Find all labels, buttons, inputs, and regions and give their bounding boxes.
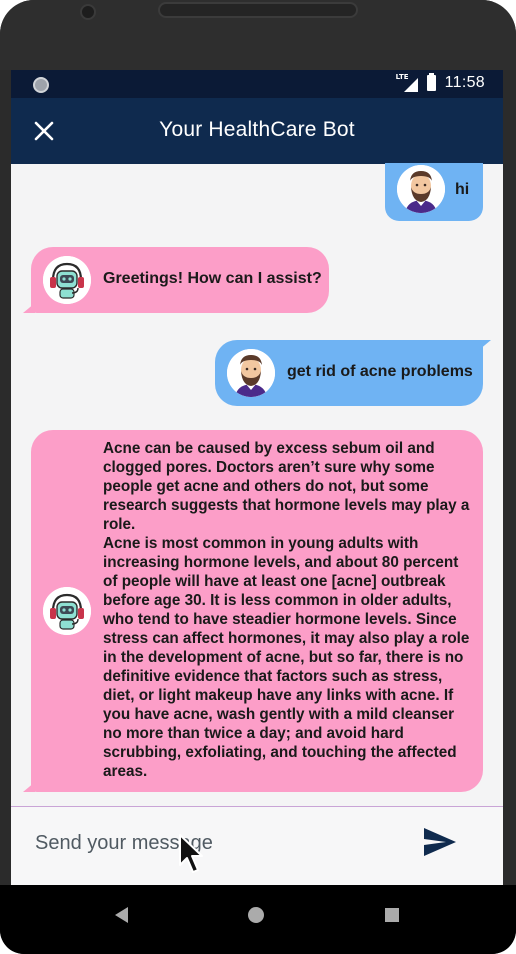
robot-headset-avatar-icon	[43, 587, 91, 635]
user-message-bubble: hi	[385, 163, 483, 221]
top-bezel	[0, 0, 516, 70]
app-screen: LTE 11:58 Your HealthCare Bot hi Greetin…	[11, 70, 503, 885]
bearded-man-avatar-icon	[227, 349, 275, 397]
app-bar: Your HealthCare Bot	[11, 98, 503, 164]
status-time: 11:58	[444, 74, 485, 91]
front-camera	[80, 4, 96, 20]
battery-icon	[426, 73, 436, 91]
signal-triangle	[403, 78, 418, 92]
robot-headset-avatar-icon	[43, 256, 91, 304]
earpiece-speaker	[158, 2, 358, 18]
send-icon	[424, 828, 456, 856]
message-text: get rid of acne problems	[287, 363, 473, 380]
bubble-tail	[23, 303, 35, 313]
send-button[interactable]	[423, 827, 457, 857]
user-message-bubble: get rid of acne problems	[215, 340, 491, 406]
chat-messages[interactable]: hi Greetings! How can I assist? get rid …	[11, 163, 503, 806]
notification-dot-icon	[33, 77, 49, 93]
message-text: Greetings! How can I assist?	[103, 270, 322, 287]
message-composer	[11, 806, 503, 885]
status-bar: LTE 11:58	[11, 70, 503, 98]
back-icon[interactable]	[115, 907, 128, 923]
bot-message-bubble: Greetings! How can I assist?	[23, 247, 329, 313]
phone-frame: LTE 11:58 Your HealthCare Bot hi Greetin…	[0, 0, 516, 954]
message-input[interactable]	[35, 823, 405, 863]
home-icon[interactable]	[248, 907, 264, 923]
bubble-tail	[479, 340, 491, 350]
message-text: Acne can be caused by excess sebum oil a…	[103, 440, 470, 780]
lte-signal-icon: LTE	[396, 73, 418, 92]
status-icons: LTE 11:58	[396, 73, 485, 92]
page-title: Your HealthCare Bot	[159, 118, 355, 141]
bearded-man-avatar-icon	[397, 165, 445, 213]
message-text: hi	[455, 181, 470, 198]
recent-apps-icon[interactable]	[385, 908, 399, 922]
bot-message-bubble: Acne can be caused by excess sebum oil a…	[23, 430, 483, 792]
bubble-tail	[23, 782, 35, 792]
android-nav-bar	[0, 885, 516, 954]
